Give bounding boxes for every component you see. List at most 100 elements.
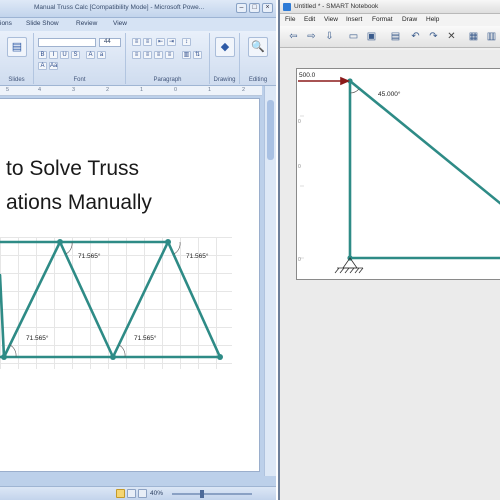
line-spacing-button[interactable]: ↕: [182, 38, 191, 46]
zoom-level[interactable]: 40%: [150, 490, 163, 497]
menu-file[interactable]: File: [285, 16, 295, 23]
ruler-mark: 5: [6, 87, 10, 93]
normal-view-icon[interactable]: [116, 489, 125, 498]
grow-font-button[interactable]: A: [86, 51, 95, 59]
truss-member: [0, 273, 6, 359]
angle-label: 71.565°: [134, 334, 157, 342]
close-button[interactable]: ×: [262, 3, 273, 13]
scrollbar-thumb[interactable]: [267, 100, 274, 160]
notebook-canvas: 0 0 0 500.0 45.000°: [280, 50, 500, 500]
font-group-label: Font: [73, 77, 86, 83]
angle-arc: [349, 88, 360, 94]
increase-indent-button[interactable]: ⇥: [167, 38, 176, 46]
ruler-mark: 1: [208, 87, 212, 93]
slide-sorter-icon[interactable]: [127, 489, 136, 498]
notebook-window-title: Untitled * - SMART Notebook: [294, 3, 379, 10]
align-left-button[interactable]: ≡: [132, 51, 141, 59]
new-slide-icon[interactable]: ▤: [7, 37, 27, 57]
find-icon[interactable]: 🔍: [248, 37, 268, 57]
slide-show-icon[interactable]: [138, 489, 147, 498]
notebook-title-bar: Untitled * - SMART Notebook: [280, 0, 500, 14]
maximize-button[interactable]: □: [249, 3, 260, 13]
zoom-slider[interactable]: [172, 493, 252, 495]
save-icon[interactable]: ▣: [364, 30, 379, 44]
notebook-menu-bar: File Edit View Insert Format Draw Help: [280, 14, 500, 26]
tab-slide-show[interactable]: Slide Show: [26, 20, 59, 27]
bullets-button[interactable]: ≡: [132, 38, 141, 46]
editing-group: 🔍 Editing: [240, 33, 276, 84]
ribbon-tabs: ions Slide Show Review View: [0, 18, 276, 31]
menu-view[interactable]: View: [324, 16, 338, 23]
shrink-font-button[interactable]: a: [97, 51, 106, 59]
bold-button[interactable]: B: [38, 51, 47, 59]
decrease-indent-button[interactable]: ⇤: [156, 38, 165, 46]
columns-button[interactable]: ▥: [182, 51, 191, 59]
powerpoint-window-title: Manual Truss Calc [Compatibility Mode] -…: [34, 4, 205, 11]
tab-review[interactable]: Review: [76, 20, 97, 27]
force-label: 500.0: [299, 72, 316, 79]
angle-label: 71.565°: [186, 252, 209, 260]
font-size-combo[interactable]: 44: [99, 38, 121, 47]
powerpoint-title-bar: Manual Truss Calc [Compatibility Mode] -…: [0, 0, 276, 18]
tab-animations[interactable]: ions: [0, 20, 12, 27]
angle-label: 71.565°: [26, 334, 49, 342]
force-arrow-head: [340, 76, 351, 86]
zoom-slider-knob[interactable]: [200, 490, 204, 498]
truss-diagonal-member: [348, 79, 500, 205]
powerpoint-window: Manual Truss Calc [Compatibility Mode] -…: [0, 0, 276, 500]
paste-icon[interactable]: ▤: [388, 30, 403, 44]
drawing-group: ◆ Drawing: [210, 33, 240, 84]
ruler-mark: 0: [174, 87, 178, 93]
delete-icon[interactable]: ✕: [444, 30, 459, 44]
screen-shade-icon[interactable]: ▦: [466, 30, 481, 44]
notebook-truss-drawing[interactable]: 0 0 0 500.0 45.000°: [296, 68, 500, 280]
change-case-button[interactable]: Aa: [49, 62, 58, 70]
menu-help[interactable]: Help: [426, 16, 439, 23]
truss-joint: [110, 354, 116, 360]
strikethrough-button[interactable]: S: [71, 51, 80, 59]
menu-format[interactable]: Format: [372, 16, 393, 23]
angle-label: 71.565°: [78, 252, 101, 260]
truss-joint: [217, 354, 223, 360]
angle-arc: [173, 241, 181, 255]
editing-group-label: Editing: [248, 77, 268, 83]
menu-edit[interactable]: Edit: [304, 16, 315, 23]
vertical-scrollbar[interactable]: [264, 86, 276, 476]
horizontal-ruler: 5 4 3 2 1 0 1 2: [0, 86, 262, 96]
menu-draw[interactable]: Draw: [402, 16, 417, 23]
align-center-button[interactable]: ≡: [143, 51, 152, 59]
slide-title-line-1[interactable]: to Solve Truss: [6, 157, 256, 181]
font-color-button[interactable]: A: [38, 62, 47, 70]
status-bar: 40%: [0, 486, 276, 500]
font-name-combo[interactable]: [38, 38, 96, 47]
axis-tick-label: 0: [298, 164, 301, 170]
open-icon[interactable]: ▭: [346, 30, 361, 44]
next-page-icon[interactable]: ⇨: [304, 30, 319, 44]
underline-button[interactable]: U: [60, 51, 69, 59]
undo-icon[interactable]: ↶: [408, 30, 423, 44]
slides-group: ▤ Slides: [0, 33, 34, 84]
justify-button[interactable]: ≡: [165, 51, 174, 59]
ruler-mark: 2: [242, 87, 246, 93]
slide-title-line-2[interactable]: ations Manually: [6, 191, 256, 215]
text-direction-button[interactable]: ⇅: [193, 51, 202, 59]
table-icon[interactable]: ▥: [484, 30, 499, 44]
italic-button[interactable]: I: [49, 51, 58, 59]
ribbon: ▤ Slides 44 B I U S A a A Aa Font ≡ ≡ ⇤ …: [0, 31, 276, 86]
paragraph-group-label: Paragraph: [153, 77, 182, 83]
import-icon[interactable]: ⇩: [322, 30, 337, 44]
font-group: 44 B I U S A a A Aa Font: [34, 33, 126, 84]
minimize-button[interactable]: –: [236, 3, 247, 13]
previous-page-icon[interactable]: ⇦: [286, 30, 301, 44]
shapes-icon[interactable]: ◆: [215, 37, 235, 57]
align-right-button[interactable]: ≡: [154, 51, 163, 59]
redo-icon[interactable]: ↷: [426, 30, 441, 44]
menu-insert[interactable]: Insert: [346, 16, 362, 23]
truss-diagram[interactable]: 71.565° 71.565° 71.565° 71.565°: [0, 237, 240, 371]
notebook-app-icon: [283, 3, 291, 11]
numbering-button[interactable]: ≡: [143, 38, 152, 46]
slide-canvas[interactable]: to Solve Truss ations Manually 71.565° 7…: [0, 98, 260, 472]
font-size-value: 44: [104, 39, 111, 45]
angle-arc: [118, 344, 126, 358]
tab-view[interactable]: View: [113, 20, 127, 27]
